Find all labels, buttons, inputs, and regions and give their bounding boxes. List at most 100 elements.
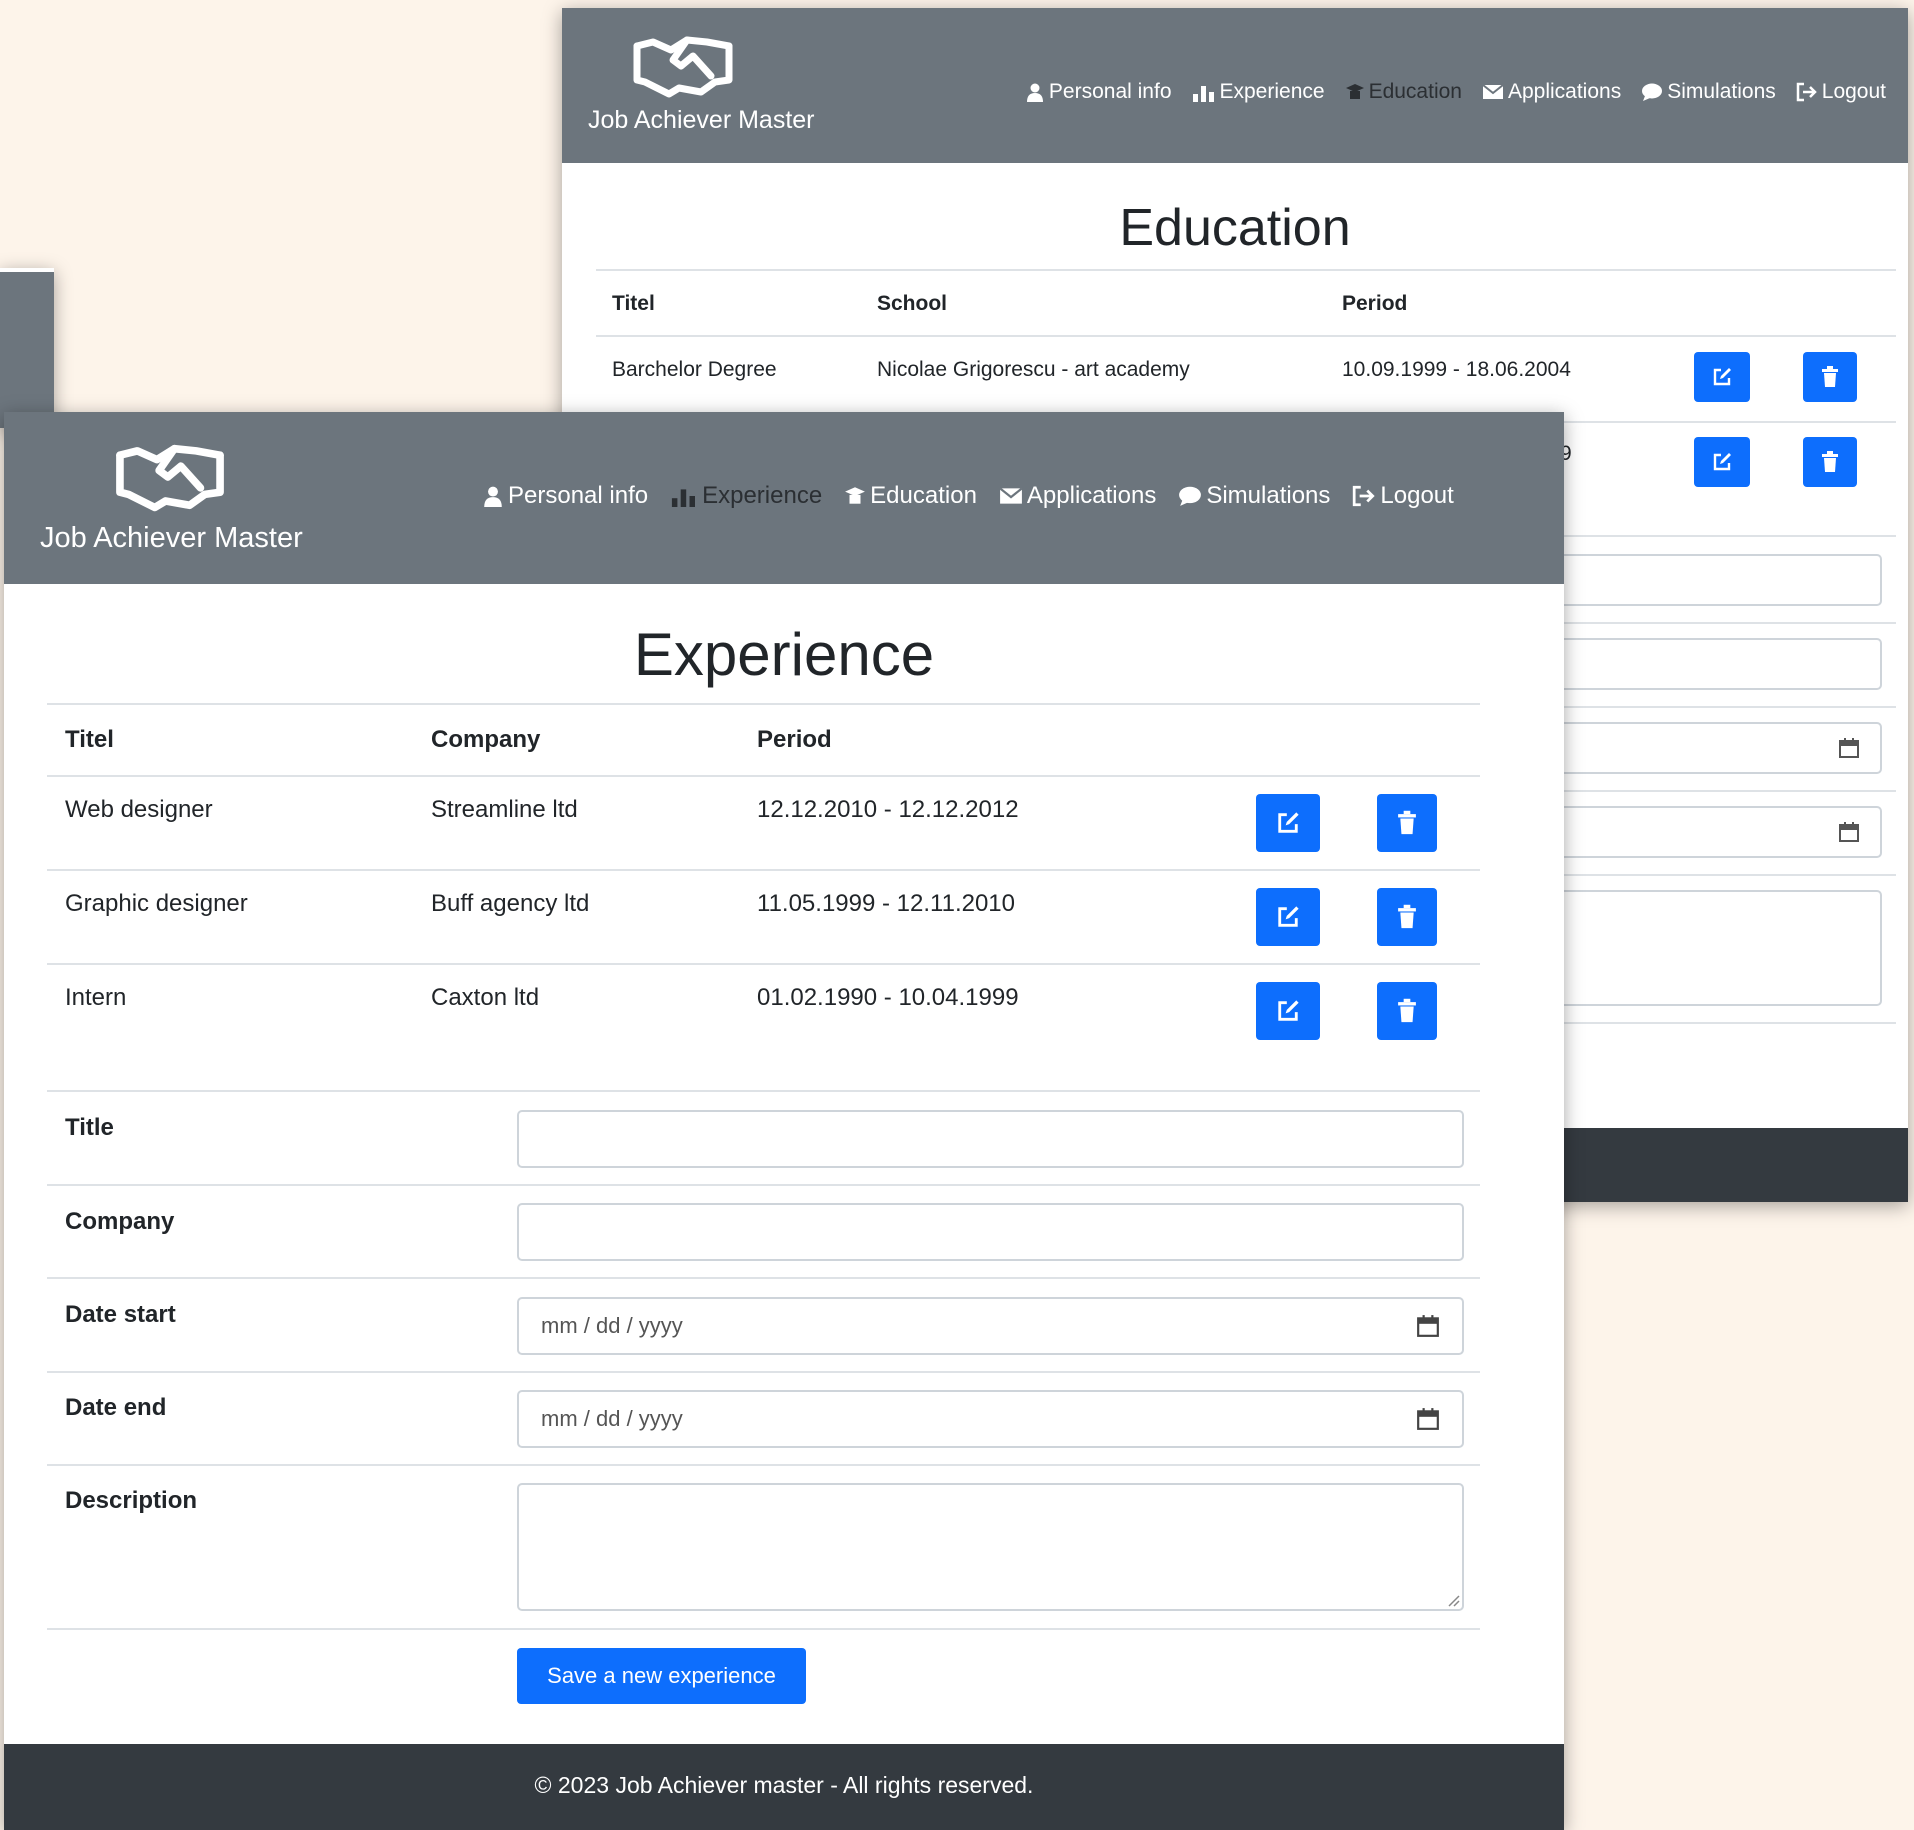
title-label: Title xyxy=(65,1114,114,1141)
calendar-icon[interactable] xyxy=(1416,1407,1440,1431)
nav-personal-info-label: Personal info xyxy=(1048,80,1172,103)
edit-icon xyxy=(1713,368,1731,386)
trash-icon xyxy=(1398,998,1416,1023)
experience-company: Caxton ltd xyxy=(431,984,540,1011)
education-titel: Barchelor Degree xyxy=(612,358,777,381)
edit-button[interactable] xyxy=(1256,794,1320,852)
chat-icon xyxy=(1642,83,1663,101)
nav-personal-info-label: Personal info xyxy=(508,482,649,509)
nav-education-label: Education xyxy=(870,482,977,509)
divider xyxy=(47,1277,1480,1279)
date-start-label: Date start xyxy=(65,1301,176,1328)
background-window-navbar xyxy=(0,272,54,428)
date-end-label: Date end xyxy=(65,1394,167,1421)
nav-logout-label: Logout xyxy=(1821,80,1886,103)
edit-icon xyxy=(1713,453,1731,471)
nav-experience-label: Experience xyxy=(702,482,823,509)
envelope-icon xyxy=(1482,84,1504,99)
trash-icon xyxy=(1822,366,1838,387)
nav-education-label: Education xyxy=(1368,80,1462,103)
nav-personal-info[interactable]: Personal info xyxy=(482,482,648,510)
experience-titel: Graphic designer xyxy=(65,890,248,917)
nav-logout[interactable]: Logout xyxy=(1796,80,1886,104)
experience-period: 11.05.1999 - 12.11.2010 xyxy=(757,890,1015,917)
nav-applications-label: Applications xyxy=(1507,80,1622,103)
divider xyxy=(47,1628,1480,1630)
resize-handle-icon[interactable] xyxy=(1444,1591,1460,1607)
handshake-icon xyxy=(633,36,733,98)
delete-button[interactable] xyxy=(1377,794,1437,852)
handshake-icon xyxy=(116,444,224,512)
description-label: Description xyxy=(65,1487,198,1514)
experience-company: Streamline ltd xyxy=(431,796,578,823)
brand[interactable]: Job Achiever Master xyxy=(40,440,303,555)
title-input[interactable] xyxy=(517,1110,1464,1168)
page-title: Experience xyxy=(633,621,935,688)
delete-button[interactable] xyxy=(1377,888,1437,946)
nav-simulations[interactable]: Simulations xyxy=(1641,80,1776,104)
edit-button[interactable] xyxy=(1694,437,1750,487)
divider xyxy=(47,1184,1480,1186)
divider xyxy=(47,1090,1480,1092)
date-end-placeholder: mm / dd / yyyy xyxy=(541,1406,683,1431)
column-header-period: Period xyxy=(1342,292,1408,315)
company-input[interactable] xyxy=(517,1203,1464,1261)
navbar: Job Achiever Master Personal info Experi… xyxy=(562,8,1908,163)
edit-button[interactable] xyxy=(1256,982,1320,1040)
calendar-icon[interactable] xyxy=(1416,1314,1440,1338)
brand[interactable]: Job Achiever Master xyxy=(588,32,815,135)
divider xyxy=(47,703,1480,705)
nav-simulations-label: Simulations xyxy=(1206,482,1331,509)
divider xyxy=(47,775,1480,777)
divider xyxy=(596,335,1896,337)
edit-button[interactable] xyxy=(1256,888,1320,946)
experience-period: 01.02.1990 - 10.04.1999 xyxy=(757,984,1019,1011)
description-textarea[interactable] xyxy=(517,1483,1464,1611)
experience-period: 12.12.2010 - 12.12.2012 xyxy=(757,796,1019,823)
date-start-input[interactable]: mm / dd / yyyy xyxy=(517,1297,1464,1355)
graduation-icon xyxy=(1345,84,1364,99)
nav-simulations[interactable]: Simulations xyxy=(1178,482,1330,510)
graduation-icon xyxy=(845,487,866,504)
footer-text: © 2023 Job Achiever master - All rights … xyxy=(534,1772,1034,1798)
navbar: Job Achiever Master Personal info Experi… xyxy=(4,412,1564,584)
background-window-partial xyxy=(0,268,54,428)
nav-simulations-label: Simulations xyxy=(1667,80,1776,103)
chart-icon xyxy=(1192,86,1214,102)
nav-menu: Personal info Experience Education Appli… xyxy=(482,482,1454,510)
column-header-school: School xyxy=(877,292,948,315)
delete-button[interactable] xyxy=(1377,982,1437,1040)
date-start-placeholder: mm / dd / yyyy xyxy=(541,1313,683,1338)
column-header-company: Company xyxy=(431,726,541,753)
nav-experience-label: Experience xyxy=(1219,80,1325,103)
brand-name: Job Achiever Master xyxy=(40,522,303,554)
edit-button[interactable] xyxy=(1694,352,1750,402)
nav-menu: Personal info Experience Education Appli… xyxy=(1025,80,1886,104)
nav-logout-label: Logout xyxy=(1380,482,1454,509)
delete-button[interactable] xyxy=(1803,352,1857,402)
logout-icon xyxy=(1353,485,1376,507)
date-end-input[interactable]: mm / dd / yyyy xyxy=(517,1390,1464,1448)
nav-logout[interactable]: Logout xyxy=(1352,482,1454,510)
user-icon xyxy=(484,486,502,507)
nav-personal-info[interactable]: Personal info xyxy=(1025,80,1172,104)
delete-button[interactable] xyxy=(1803,437,1857,487)
nav-education[interactable]: Education xyxy=(1345,80,1462,104)
trash-icon xyxy=(1822,451,1838,472)
education-school: Nicolae Grigorescu - art academy xyxy=(877,358,1190,381)
divider xyxy=(47,1371,1480,1373)
envelope-icon xyxy=(999,487,1023,504)
column-header-titel: Titel xyxy=(612,292,655,315)
column-header-period: Period xyxy=(757,726,832,753)
chart-icon xyxy=(671,489,696,507)
divider xyxy=(47,869,1480,871)
save-experience-button[interactable]: Save a new experience xyxy=(517,1648,806,1704)
divider xyxy=(47,963,1480,965)
nav-applications[interactable]: Applications xyxy=(1482,80,1621,104)
trash-icon xyxy=(1398,810,1416,835)
nav-experience[interactable]: Experience xyxy=(1192,80,1325,104)
nav-applications[interactable]: Applications xyxy=(999,482,1156,510)
experience-company: Buff agency ltd xyxy=(431,890,590,917)
nav-education[interactable]: Education xyxy=(844,482,977,510)
nav-experience[interactable]: Experience xyxy=(670,482,822,510)
